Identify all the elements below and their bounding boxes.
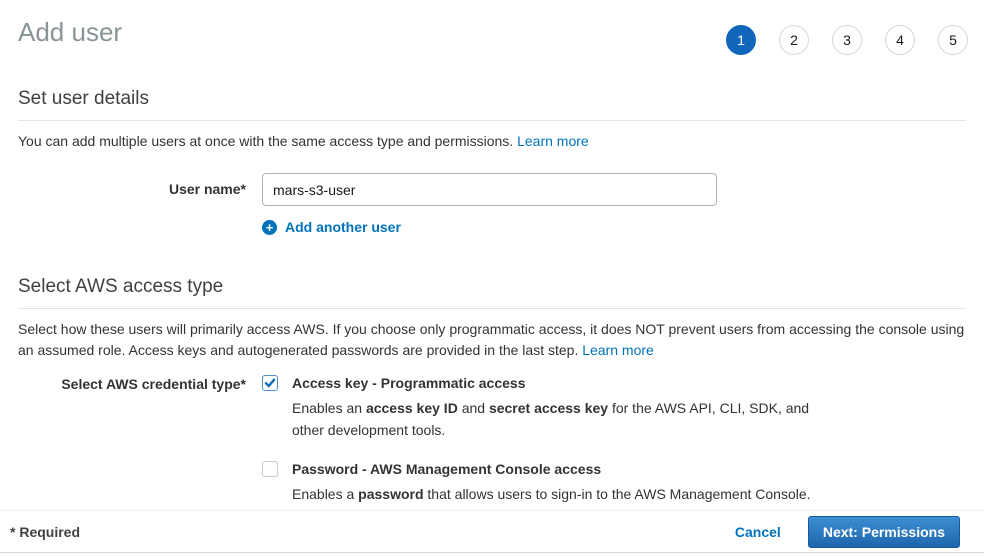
option-body: Access key - Programmatic access Enables… (292, 374, 826, 441)
step-indicator-1: 1 (726, 25, 756, 55)
desc-bold: secret access key (489, 400, 608, 416)
add-another-user-label: Add another user (285, 219, 401, 235)
access-key-option-title: Access key - Programmatic access (292, 374, 826, 392)
password-checkbox[interactable] (262, 461, 278, 477)
user-details-description: You can add multiple users at once with … (18, 131, 966, 152)
step-indicator-2: 2 (779, 25, 809, 55)
step-number: 5 (949, 32, 957, 48)
option-password: Password - AWS Management Console access… (262, 460, 826, 505)
footer-actions: Cancel Next: Permissions (735, 516, 960, 548)
step-number: 1 (737, 32, 745, 48)
step-number: 4 (896, 32, 904, 48)
user-name-row: User name* (18, 173, 966, 206)
next-permissions-button[interactable]: Next: Permissions (808, 516, 960, 548)
section-heading-access-type: Select AWS access type (18, 276, 966, 309)
wizard-step-indicator: 1 2 3 4 5 (726, 25, 968, 55)
step-number: 2 (790, 32, 798, 48)
option-access-key: Access key - Programmatic access Enables… (262, 374, 826, 441)
check-icon (264, 377, 276, 389)
credential-type-label: Select AWS credential type* (18, 374, 262, 505)
add-another-user-row: + Add another user (18, 219, 966, 235)
desc-text: Enables a (292, 486, 358, 502)
credential-options: Access key - Programmatic access Enables… (262, 374, 826, 505)
step-indicator-4: 4 (885, 25, 915, 55)
password-option-title: Password - AWS Management Console access (292, 460, 811, 478)
desc-bold: access key ID (366, 400, 458, 416)
access-key-option-description: Enables an access key ID and secret acce… (292, 397, 826, 441)
add-another-user-link[interactable]: + Add another user (262, 219, 401, 235)
wizard-footer: * Required Cancel Next: Permissions (0, 510, 984, 553)
description-text: Select how these users will primarily ac… (18, 321, 964, 358)
credential-type-row: Select AWS credential type* Access key -… (18, 374, 966, 505)
section-heading-user-details: Set user details (18, 88, 966, 121)
desc-text: and (458, 400, 489, 416)
access-type-description: Select how these users will primarily ac… (18, 319, 966, 361)
option-body: Password - AWS Management Console access… (292, 460, 811, 505)
required-note: * Required (10, 524, 80, 540)
desc-bold: password (358, 486, 423, 502)
add-icon: + (262, 220, 277, 235)
step-indicator-3: 3 (832, 25, 862, 55)
access-key-checkbox[interactable] (262, 375, 278, 391)
learn-more-link-user-details[interactable]: Learn more (517, 133, 589, 149)
description-text: You can add multiple users at once with … (18, 133, 513, 149)
step-number: 3 (843, 32, 851, 48)
password-option-description: Enables a password that allows users to … (292, 483, 811, 505)
page-header: Add user 1 2 3 4 5 (18, 0, 966, 55)
desc-text: that allows users to sign-in to the AWS … (424, 486, 811, 502)
user-name-label: User name* (18, 173, 262, 206)
cancel-button[interactable]: Cancel (735, 524, 781, 540)
user-name-input[interactable] (262, 173, 717, 206)
desc-text: Enables an (292, 400, 366, 416)
step-indicator-5: 5 (938, 25, 968, 55)
page-title: Add user (18, 16, 122, 48)
learn-more-link-access-type[interactable]: Learn more (582, 342, 654, 358)
